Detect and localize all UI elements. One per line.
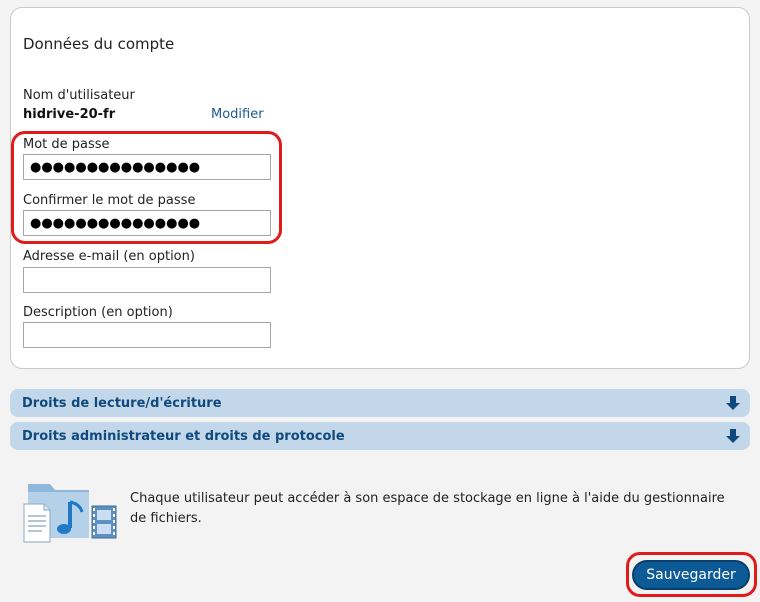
section-read-write-rights-label: Droits de lecture/d'écriture <box>22 395 222 411</box>
info-text: Chaque utilisateur peut accéder à son es… <box>130 491 725 526</box>
arrow-down-icon <box>726 429 740 443</box>
section-read-write-rights[interactable]: Droits de lecture/d'écriture <box>10 389 750 417</box>
username-value: hidrive-20-fr <box>23 107 116 122</box>
section-admin-protocol-rights[interactable]: Droits administrateur et droits de proto… <box>10 422 750 450</box>
arrow-down-icon <box>726 396 740 410</box>
folder-files-icon <box>23 484 117 543</box>
save-button[interactable]: Sauvegarder <box>632 560 750 590</box>
modify-username-link[interactable]: Modifier <box>211 107 264 122</box>
email-label: Adresse e-mail (en option) <box>23 249 195 264</box>
section-admin-protocol-rights-label: Droits administrateur et droits de proto… <box>22 428 345 444</box>
username-label: Nom d'utilisateur <box>23 88 135 103</box>
account-title: Données du compte <box>23 35 175 53</box>
password-highlight-frame <box>11 131 282 244</box>
description-field[interactable] <box>23 322 271 348</box>
email-field[interactable] <box>23 267 271 293</box>
description-label: Description (en option) <box>23 305 173 320</box>
